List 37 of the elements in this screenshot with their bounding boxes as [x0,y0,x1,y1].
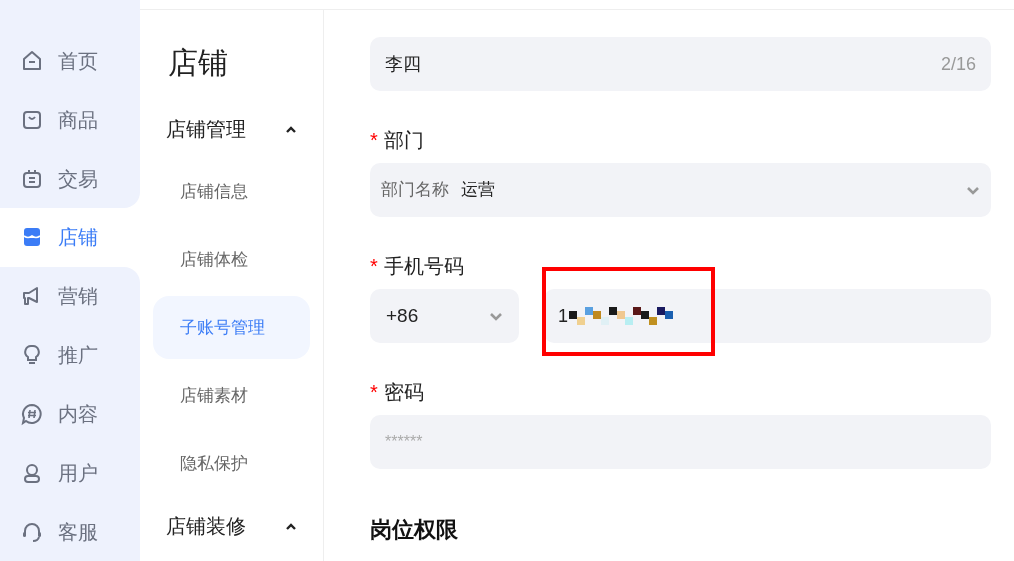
submenu-item[interactable]: 隐私保护 [153,432,310,495]
phone-input-field[interactable]: 1 [544,289,991,343]
sidebar-item[interactable]: 内容 [0,384,140,444]
field-label: 部门 [383,128,424,153]
sidebar-item[interactable]: 推广 [0,325,140,385]
caret-icon [285,522,297,530]
password-input-field[interactable]: ****** [370,415,991,469]
chevron-down-icon [966,185,980,195]
sidebar-item[interactable]: 商品 [0,90,140,150]
select-prefix: 部门名称 [381,179,449,202]
field-label: 密码 [383,380,424,405]
submenu-item[interactable]: 店铺素材 [153,364,310,427]
section-heading: 岗位权限 [370,516,459,544]
department-select[interactable]: 部门名称 运营 [370,163,991,217]
caret-icon [285,125,297,133]
section-title: 店铺 [167,45,229,81]
submenu-item[interactable]: 子账号管理 [153,296,310,359]
field-label: 手机号码 [383,254,464,279]
sidebar-item[interactable]: 用户 [0,443,140,503]
submenu-item[interactable]: 店铺体检 [153,228,310,291]
required-asterisk: * [370,380,378,405]
home-icon [20,48,44,73]
name-input-field[interactable]: 李四 2/16 [370,37,991,91]
country-code-select[interactable]: +86 [370,289,519,343]
submenu-item[interactable]: 店铺信息 [153,160,310,223]
menu-group-header[interactable]: 店铺装修 [153,499,310,553]
required-asterisk: * [370,128,378,153]
required-asterisk: * [370,254,378,279]
hashtag-chat-icon [20,401,44,426]
select-value: 运营 [461,179,496,202]
menu-group-header[interactable]: 店铺管理 [153,102,310,156]
sidebar-item[interactable]: 首页 [0,31,140,91]
chevron-down-icon [489,311,503,321]
sidebar-item[interactable]: 营销 [0,266,140,326]
character-counter: 2/16 [940,52,976,76]
sidebar-item[interactable]: 交易 [0,149,140,208]
sidebar-item[interactable]: 客服 [0,502,140,561]
